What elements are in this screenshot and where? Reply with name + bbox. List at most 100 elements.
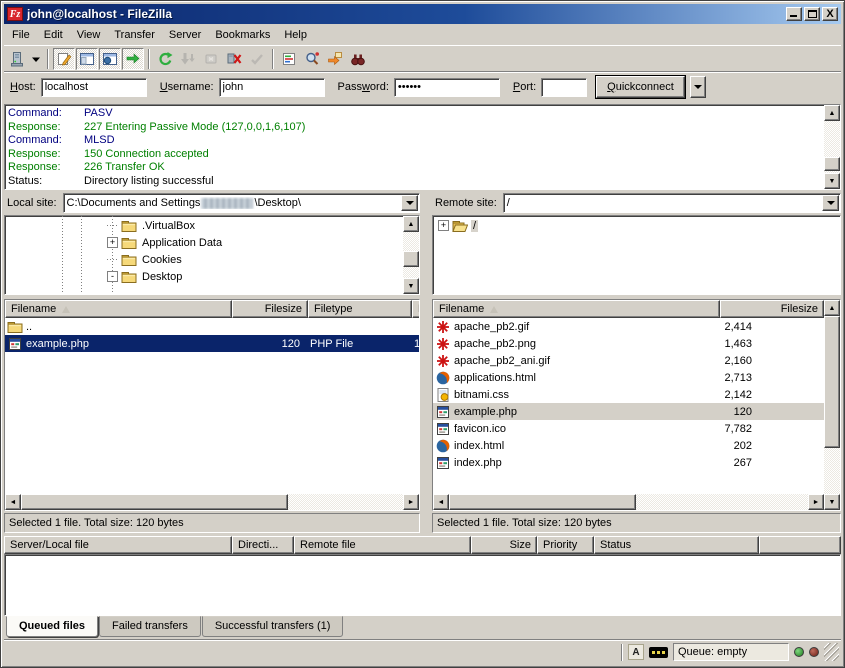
- title-bar[interactable]: Fz john@localhost - FileZilla X: [4, 4, 841, 24]
- winfile-icon: [7, 336, 23, 352]
- file-row-apache-pb2-ani-gif[interactable]: apache_pb2_ani.gif2,160: [433, 352, 824, 369]
- column-header-filesize[interactable]: Filesize: [232, 300, 308, 318]
- menu-item-help[interactable]: Help: [277, 27, 314, 43]
- tab-successful-transfers-1-[interactable]: Successful transfers (1): [202, 616, 344, 637]
- quickconnect-button[interactable]: Quickconnect: [596, 76, 685, 98]
- scroll-up-icon[interactable]: ▲: [403, 216, 419, 232]
- tree-expander-minus[interactable]: -: [107, 271, 118, 282]
- maximize-button[interactable]: [804, 7, 820, 21]
- menu-item-file[interactable]: File: [5, 27, 37, 43]
- file-row--[interactable]: ..: [5, 318, 419, 335]
- synchronized-browsing-button[interactable]: [324, 48, 346, 70]
- file-row-index-php[interactable]: index.php267: [433, 454, 824, 471]
- port-input[interactable]: [541, 78, 587, 97]
- scrollbar-track[interactable]: [449, 494, 808, 510]
- scroll-down-icon[interactable]: ▼: [824, 173, 840, 189]
- remote-list-vscrollbar[interactable]: ▲▼: [824, 300, 840, 510]
- menu-item-edit[interactable]: Edit: [37, 27, 70, 43]
- queue-column-size[interactable]: Size: [471, 536, 537, 554]
- queue-column-priority[interactable]: Priority: [537, 536, 594, 554]
- tree-item--virtualbox[interactable]: .VirtualBox: [5, 217, 403, 234]
- column-header-l[interactable]: L: [412, 300, 420, 318]
- tree-item-desktop[interactable]: -Desktop: [5, 268, 403, 285]
- scrollbar-track[interactable]: [403, 232, 419, 278]
- file-row-index-html[interactable]: index.html202: [433, 437, 824, 454]
- scrollbar-thumb[interactable]: [449, 494, 636, 510]
- folder-icon: [121, 235, 137, 251]
- scrollbar-thumb[interactable]: [403, 251, 419, 267]
- find-files-button[interactable]: [347, 48, 369, 70]
- column-header-filetype[interactable]: Filetype: [308, 300, 412, 318]
- remote-site-combobox[interactable]: /: [503, 193, 841, 213]
- menu-item-server[interactable]: Server: [162, 27, 208, 43]
- tree-expander-plus[interactable]: +: [438, 220, 449, 231]
- file-row-apache-pb2-gif[interactable]: apache_pb2.gif2,414: [433, 318, 824, 335]
- scroll-up-icon[interactable]: ▲: [824, 105, 840, 121]
- local-site-dropdown-button[interactable]: [401, 195, 418, 211]
- menu-item-bookmarks[interactable]: Bookmarks: [208, 27, 277, 43]
- queue-column-remote-file[interactable]: Remote file: [294, 536, 471, 554]
- scrollbar-track[interactable]: [21, 494, 403, 510]
- file-row-bitnami-css[interactable]: bitnami.css2,142: [433, 386, 824, 403]
- menu-item-view[interactable]: View: [70, 27, 108, 43]
- scrollbar-track[interactable]: [824, 121, 840, 173]
- file-row-example-php[interactable]: example.php120PHP File1: [5, 335, 419, 352]
- tree-item-cookies[interactable]: Cookies: [5, 251, 403, 268]
- file-row-apache-pb2-png[interactable]: apache_pb2.png1,463: [433, 335, 824, 352]
- scroll-right-icon[interactable]: ►: [403, 494, 419, 510]
- scroll-up-icon[interactable]: ▲: [824, 300, 840, 316]
- local-site-combobox[interactable]: C:\Documents and Settings\Desktop\: [63, 193, 420, 213]
- queue-column-directi-[interactable]: Directi...: [232, 536, 294, 554]
- vertical-splitter[interactable]: [424, 193, 428, 533]
- disconnect-button[interactable]: [223, 48, 245, 70]
- remote-list-hscrollbar[interactable]: ◄►: [433, 494, 824, 510]
- scroll-right-icon[interactable]: ►: [808, 494, 824, 510]
- local-list-hscrollbar[interactable]: ◄►: [5, 494, 419, 510]
- resize-grip[interactable]: [824, 643, 839, 661]
- directory-comparison-button[interactable]: [278, 48, 300, 70]
- password-input[interactable]: [394, 78, 500, 97]
- tab-failed-transfers[interactable]: Failed transfers: [99, 616, 201, 637]
- username-input[interactable]: [219, 78, 325, 97]
- refresh-button[interactable]: [154, 48, 176, 70]
- tree-expander-plus[interactable]: +: [107, 237, 118, 248]
- toggle-remote-tree-button[interactable]: [99, 48, 121, 70]
- column-header-filename[interactable]: Filename: [5, 300, 232, 318]
- filter-listing-button[interactable]: [301, 48, 323, 70]
- file-row-favicon-ico[interactable]: favicon.ico7,782: [433, 420, 824, 437]
- message-log-scrollbar[interactable]: ▲ ▼: [824, 105, 840, 189]
- site-manager-dropdown-button[interactable]: [29, 48, 43, 70]
- scrollbar-track[interactable]: [824, 316, 840, 494]
- scrollbar-thumb[interactable]: [824, 316, 840, 448]
- file-row-example-php[interactable]: example.php120: [433, 403, 824, 420]
- file-row-applications-html[interactable]: applications.html2,713: [433, 369, 824, 386]
- queue-column-blank[interactable]: [759, 536, 841, 554]
- toggle-message-log-button[interactable]: [53, 48, 75, 70]
- queue-column-status[interactable]: Status: [594, 536, 759, 554]
- tab-queued-files[interactable]: Queued files: [6, 616, 98, 637]
- column-header-filesize[interactable]: Filesize: [720, 300, 824, 318]
- site-manager-button[interactable]: [6, 48, 28, 70]
- scroll-down-icon[interactable]: ▼: [824, 494, 840, 510]
- local-tree-scrollbar[interactable]: ▲ ▼: [403, 216, 419, 294]
- toggle-local-tree-button[interactable]: [76, 48, 98, 70]
- menu-item-transfer[interactable]: Transfer: [107, 27, 162, 43]
- minimize-button[interactable]: [786, 7, 802, 21]
- scroll-left-icon[interactable]: ◄: [433, 494, 449, 510]
- log-line-label: Response:: [8, 148, 84, 162]
- scrollbar-thumb[interactable]: [824, 157, 840, 171]
- queue-column-server-local-file[interactable]: Server/Local file: [4, 536, 232, 554]
- toggle-transfer-queue-button[interactable]: [122, 48, 144, 70]
- close-button[interactable]: X: [822, 7, 838, 21]
- scroll-left-icon[interactable]: ◄: [5, 494, 21, 510]
- file-cell-text: favicon.ico: [454, 423, 506, 435]
- tree-item--[interactable]: +/: [433, 217, 840, 234]
- host-input[interactable]: [41, 78, 147, 97]
- tree-item-application-data[interactable]: +Application Data: [5, 234, 403, 251]
- remote-site-dropdown-button[interactable]: [822, 195, 839, 211]
- log-icon: [56, 51, 72, 67]
- scroll-down-icon[interactable]: ▼: [403, 278, 419, 294]
- column-header-filename[interactable]: Filename: [433, 300, 720, 318]
- scrollbar-thumb[interactable]: [21, 494, 288, 510]
- quickconnect-dropdown-button[interactable]: [690, 76, 706, 98]
